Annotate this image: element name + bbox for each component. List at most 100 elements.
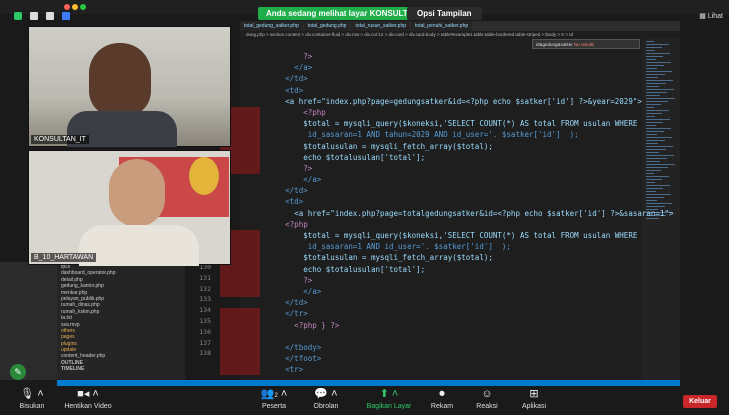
minimap-line	[646, 206, 665, 207]
code-line[interactable]: <?php	[240, 219, 640, 230]
redaction-bar	[220, 353, 260, 365]
code-text: <a href="index.php?page=gedungsatker&id=…	[240, 96, 642, 106]
code-line[interactable]: </td>	[240, 73, 640, 84]
minimap-line	[646, 167, 668, 168]
code-line[interactable]: ?>	[220, 274, 640, 286]
code-lines[interactable]: ?> </a> </td> <td> <a href="index.php?pa…	[220, 51, 673, 376]
code-line[interactable]: </a>	[240, 174, 640, 185]
code-line[interactable]: echo $totalusulan['total'];	[220, 151, 640, 163]
code-editor[interactable]: total_gedung_satker.php total_gedung.php t…	[220, 21, 680, 386]
code-line[interactable]: $total = mysqli_query($koneksi,'SELECT C…	[220, 118, 640, 130]
mute-button[interactable]: 🎙 ˄ Bisukan	[14, 388, 50, 410]
code-line[interactable]: $total = mysqli_query($koneksi,'SELECT C…	[220, 230, 640, 242]
video-tile-1[interactable]: KONSULTAN_IT	[28, 26, 231, 147]
view-button[interactable]: ▦ Lihat	[699, 12, 723, 20]
minimap-line	[646, 128, 671, 129]
code-line[interactable]: ?>	[240, 51, 640, 62]
minimap-line	[646, 191, 656, 192]
record-button[interactable]: ⏺ Rekam	[427, 388, 457, 410]
minimap-line	[646, 110, 669, 111]
minimap-line	[646, 197, 664, 198]
minimap-line	[646, 158, 667, 159]
minimap-line	[646, 173, 654, 174]
code-line[interactable]	[220, 330, 640, 342]
minimap-line	[646, 62, 671, 63]
code-line[interactable]: <a href="index.php?page=totalgedungsatke…	[240, 208, 673, 219]
minimap-line	[646, 185, 670, 186]
minimap-line	[646, 203, 672, 204]
share-screen-button[interactable]: ⬆ ˄ Bagikan Layar	[364, 388, 414, 410]
code-text: $totalusulan = mysqli_fetch_array($total…	[240, 253, 493, 263]
participant-name: KONSULTAN_IT	[31, 135, 89, 144]
minimap-line	[646, 71, 672, 72]
minimap-line	[646, 80, 673, 81]
code-line[interactable]: <a href="index.php?page=gedungsatker&id=…	[240, 96, 642, 107]
code-text: </td>	[240, 74, 308, 84]
code-line[interactable]: </a>	[240, 62, 640, 73]
grid-icon[interactable]	[62, 12, 70, 20]
find-input[interactable]: id&gedung&satker	[536, 42, 573, 47]
editor-tab[interactable]: total_gedung.php	[303, 21, 351, 31]
code-line[interactable]: </tfoot>	[220, 353, 640, 365]
code-line[interactable]: $totalusulan = mysqli_fetch_array($total…	[220, 140, 640, 152]
participant-face	[89, 43, 151, 117]
code-text: id_sasaran=1 AND id_user='. $satker['id'…	[240, 242, 511, 252]
shield-icon[interactable]	[14, 12, 22, 20]
editor-tab[interactable]: total_gedung_satker.php	[240, 21, 303, 31]
top-left-icons	[14, 12, 70, 20]
editor-tab[interactable]: total_rusun_satker.php	[351, 21, 411, 31]
redaction-bar	[220, 330, 260, 342]
explorer-section[interactable]: TIMELINE	[61, 366, 181, 372]
participants-icon: 👥2 ˄	[260, 388, 288, 400]
window-icon[interactable]	[46, 12, 54, 20]
minimap-line	[646, 41, 654, 42]
code-line[interactable]: <?php } ?>	[220, 319, 640, 331]
code-line[interactable]: <?php	[220, 106, 640, 119]
reactions-button[interactable]: ☺ Reaksi	[472, 388, 502, 410]
minimap-line	[646, 74, 665, 75]
code-line[interactable]: id_sasaran=1 AND id_user='. $satker['id'…	[220, 241, 640, 253]
view-options-button[interactable]: Opsi Tampilan	[407, 7, 482, 20]
chat-button[interactable]: 💬 ˄ Obrolan	[306, 388, 346, 410]
file-explorer[interactable]: tpcs dashboard_operator.php detail.php gedu…	[57, 262, 185, 380]
code-line[interactable]: ?>	[220, 162, 640, 175]
find-widget[interactable]: id&gedung&satker No results	[532, 39, 640, 49]
code-line[interactable]: echo $totalusulan['total'];	[220, 263, 640, 275]
participant-name: B_10_HARTAWAN	[31, 253, 97, 262]
code-text: $total = mysqli_query($koneksi,'SELECT C…	[240, 119, 638, 129]
breadcrumb: dung.php > section.content > div.contain…	[240, 31, 680, 39]
editor-tabs[interactable]: total_gedung_satker.php total_gedung.php t…	[240, 21, 680, 31]
code-line[interactable]: <td>	[240, 85, 640, 96]
code-line[interactable]: <td>	[240, 196, 640, 207]
redaction-bar	[220, 319, 260, 331]
activity-bar[interactable]	[0, 262, 57, 380]
stop-video-button[interactable]: ■◂ ˄ Hentikan Video	[58, 388, 118, 410]
code-line[interactable]: <tr>	[220, 364, 640, 376]
code-line[interactable]: </td>	[240, 297, 640, 308]
code-line[interactable]: $totalusulan = mysqli_fetch_array($total…	[220, 252, 640, 264]
code-text: echo $totalusulan['total'];	[240, 264, 426, 274]
minimap-line	[646, 107, 654, 108]
minimap-line	[646, 131, 664, 132]
minimap-line	[646, 182, 655, 183]
minimap-line	[646, 188, 663, 189]
apps-icon: ⊞	[529, 388, 539, 400]
code-line[interactable]: </td>	[240, 185, 640, 196]
minimize-icon[interactable]	[30, 12, 38, 20]
pencil-icon[interactable]: ✎	[10, 364, 26, 380]
code-line[interactable]: </tr>	[220, 308, 640, 320]
minimap-line	[646, 116, 655, 117]
code-line[interactable]: id_sasaran=1 AND tahun=2029 AND id_user=…	[220, 129, 640, 141]
minimap-line	[646, 194, 671, 195]
code-text: $totalusulan = mysqli_fetch_array($total…	[240, 141, 493, 151]
participants-button[interactable]: 👥2 ˄ Peserta	[256, 388, 292, 410]
redaction-bar	[220, 364, 260, 376]
editor-tab[interactable]: total_penuhi_satker.php	[411, 21, 473, 31]
apps-button[interactable]: ⊞ Aplikasi	[517, 388, 551, 410]
leave-button[interactable]: Keluar	[683, 395, 717, 408]
code-line[interactable]: </tbody>	[220, 341, 640, 354]
redaction-bar	[220, 308, 260, 320]
code-text: echo $totalusulan['total'];	[240, 152, 426, 162]
video-tile-2[interactable]: B_10_HARTAWAN	[28, 150, 231, 266]
code-line[interactable]: </a>	[220, 285, 640, 298]
